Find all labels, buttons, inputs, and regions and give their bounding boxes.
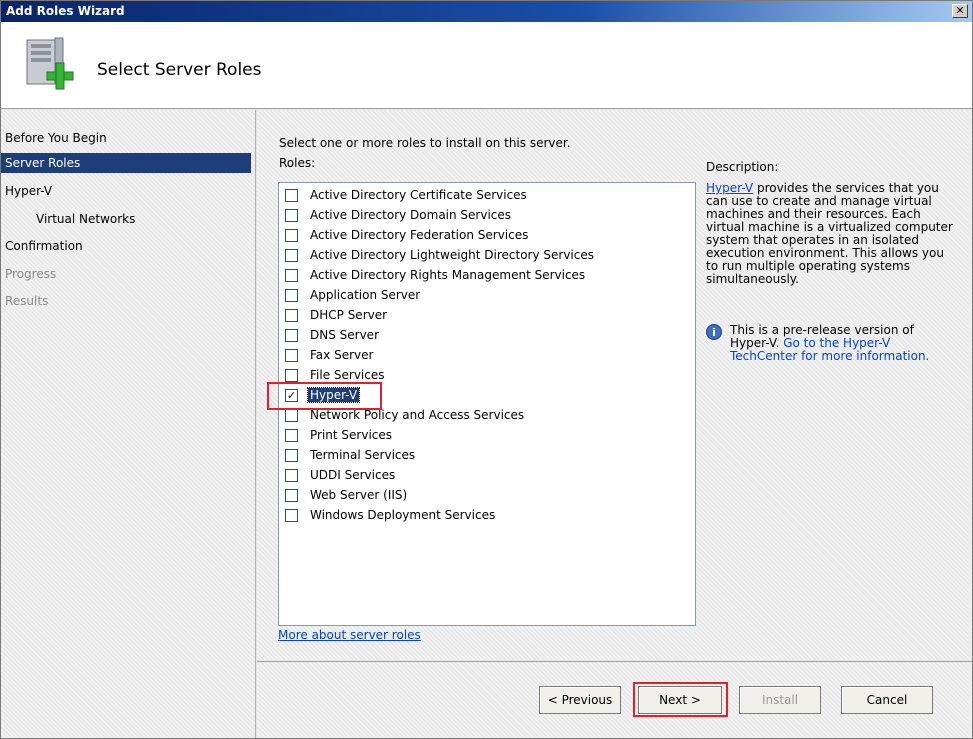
- add-roles-wizard-window: Add Roles Wizard ✕ Select Server Roles B…: [0, 0, 973, 739]
- step-progress: Progress: [5, 267, 57, 281]
- role-checkbox[interactable]: [285, 249, 298, 262]
- wizard-header: Select Server Roles: [1, 22, 972, 109]
- role-checkbox[interactable]: [285, 329, 298, 342]
- role-label: Active Directory Certificate Services: [310, 188, 527, 202]
- role-label: Active Directory Lightweight Directory S…: [310, 248, 594, 262]
- role-ad-certificate-services[interactable]: Active Directory Certificate Services: [285, 187, 685, 205]
- role-ad-domain-services[interactable]: Active Directory Domain Services: [285, 207, 685, 225]
- main-panel: Select one or more roles to install on t…: [257, 110, 972, 660]
- role-label: Print Services: [310, 428, 393, 442]
- role-checkbox[interactable]: [285, 349, 298, 362]
- role-checkbox[interactable]: [285, 469, 298, 482]
- wizard-footer: < Previous Next > Install Cancel: [257, 661, 972, 738]
- role-checkbox[interactable]: [285, 489, 298, 502]
- role-label: DHCP Server: [310, 308, 388, 322]
- title-bar[interactable]: Add Roles Wizard ✕: [1, 1, 972, 22]
- role-windows-deployment-services[interactable]: Windows Deployment Services: [285, 507, 685, 525]
- hyper-v-link[interactable]: Hyper-V: [706, 181, 753, 195]
- step-results: Results: [5, 294, 49, 308]
- role-checkbox[interactable]: [285, 309, 298, 322]
- close-button[interactable]: ✕: [952, 4, 968, 18]
- role-checkbox[interactable]: [285, 229, 298, 242]
- page-title: Select Server Roles: [97, 60, 262, 80]
- role-checkbox[interactable]: [285, 269, 298, 282]
- role-label: Active Directory Rights Management Servi…: [310, 268, 586, 282]
- role-fax-server[interactable]: Fax Server: [285, 347, 685, 365]
- description-label: Description:: [706, 160, 779, 174]
- role-ad-lightweight-directory-services[interactable]: Active Directory Lightweight Directory S…: [285, 247, 685, 265]
- role-label: Windows Deployment Services: [310, 508, 496, 522]
- role-checkbox[interactable]: [285, 409, 298, 422]
- role-ad-federation-services[interactable]: Active Directory Federation Services: [285, 227, 685, 245]
- role-checkbox[interactable]: [285, 449, 298, 462]
- role-print-services[interactable]: Print Services: [285, 427, 685, 445]
- next-highlight-box: [633, 682, 728, 717]
- role-uddi-services[interactable]: UDDI Services: [285, 467, 685, 485]
- prerelease-note: i This is a pre-release version of Hyper…: [706, 324, 956, 363]
- role-description: Hyper-V provides the services that you c…: [706, 182, 956, 286]
- role-label: Network Policy and Access Services: [310, 408, 525, 422]
- hyper-v-highlight-box: [267, 382, 382, 410]
- role-checkbox[interactable]: [285, 289, 298, 302]
- role-label: UDDI Services: [310, 468, 396, 482]
- role-checkbox[interactable]: [285, 369, 298, 382]
- role-dhcp-server[interactable]: DHCP Server: [285, 307, 685, 325]
- step-confirmation[interactable]: Confirmation: [1, 236, 251, 256]
- role-checkbox[interactable]: [285, 509, 298, 522]
- info-icon: i: [706, 324, 722, 340]
- role-label: Active Directory Federation Services: [310, 228, 529, 242]
- role-checkbox[interactable]: [285, 189, 298, 202]
- step-before-you-begin[interactable]: Before You Begin: [1, 128, 251, 148]
- role-application-server[interactable]: Application Server: [285, 287, 685, 305]
- step-hyper-v[interactable]: Hyper-V: [1, 181, 251, 201]
- step-virtual-networks[interactable]: Virtual Networks: [1, 209, 251, 229]
- step-server-roles[interactable]: Server Roles: [1, 153, 251, 173]
- roles-label: Roles:: [279, 156, 316, 170]
- more-about-server-roles-link[interactable]: More about server roles: [278, 628, 421, 642]
- role-checkbox[interactable]: [285, 429, 298, 442]
- role-label: Terminal Services: [310, 448, 416, 462]
- role-label: Application Server: [310, 288, 421, 302]
- window-title: Add Roles Wizard: [6, 4, 125, 18]
- role-label: DNS Server: [310, 328, 379, 342]
- role-label: Web Server (IIS): [310, 488, 408, 502]
- role-label: Active Directory Domain Services: [310, 208, 512, 222]
- role-terminal-services[interactable]: Terminal Services: [285, 447, 685, 465]
- role-ad-rights-management-services[interactable]: Active Directory Rights Management Servi…: [285, 267, 685, 285]
- install-button: Install: [739, 686, 821, 714]
- role-checkbox[interactable]: [285, 209, 298, 222]
- role-web-server-iis[interactable]: Web Server (IIS): [285, 487, 685, 505]
- previous-button[interactable]: < Previous: [539, 686, 621, 714]
- instruction-text: Select one or more roles to install on t…: [279, 136, 571, 150]
- role-label: File Services: [310, 368, 385, 382]
- server-add-icon: [26, 37, 74, 90]
- role-label: Fax Server: [310, 348, 374, 362]
- role-dns-server[interactable]: DNS Server: [285, 327, 685, 345]
- description-text: provides the services that you can use t…: [706, 181, 953, 286]
- wizard-steps-sidebar: Before You Begin Server Roles Hyper-V Vi…: [1, 110, 256, 738]
- cancel-button[interactable]: Cancel: [841, 686, 933, 714]
